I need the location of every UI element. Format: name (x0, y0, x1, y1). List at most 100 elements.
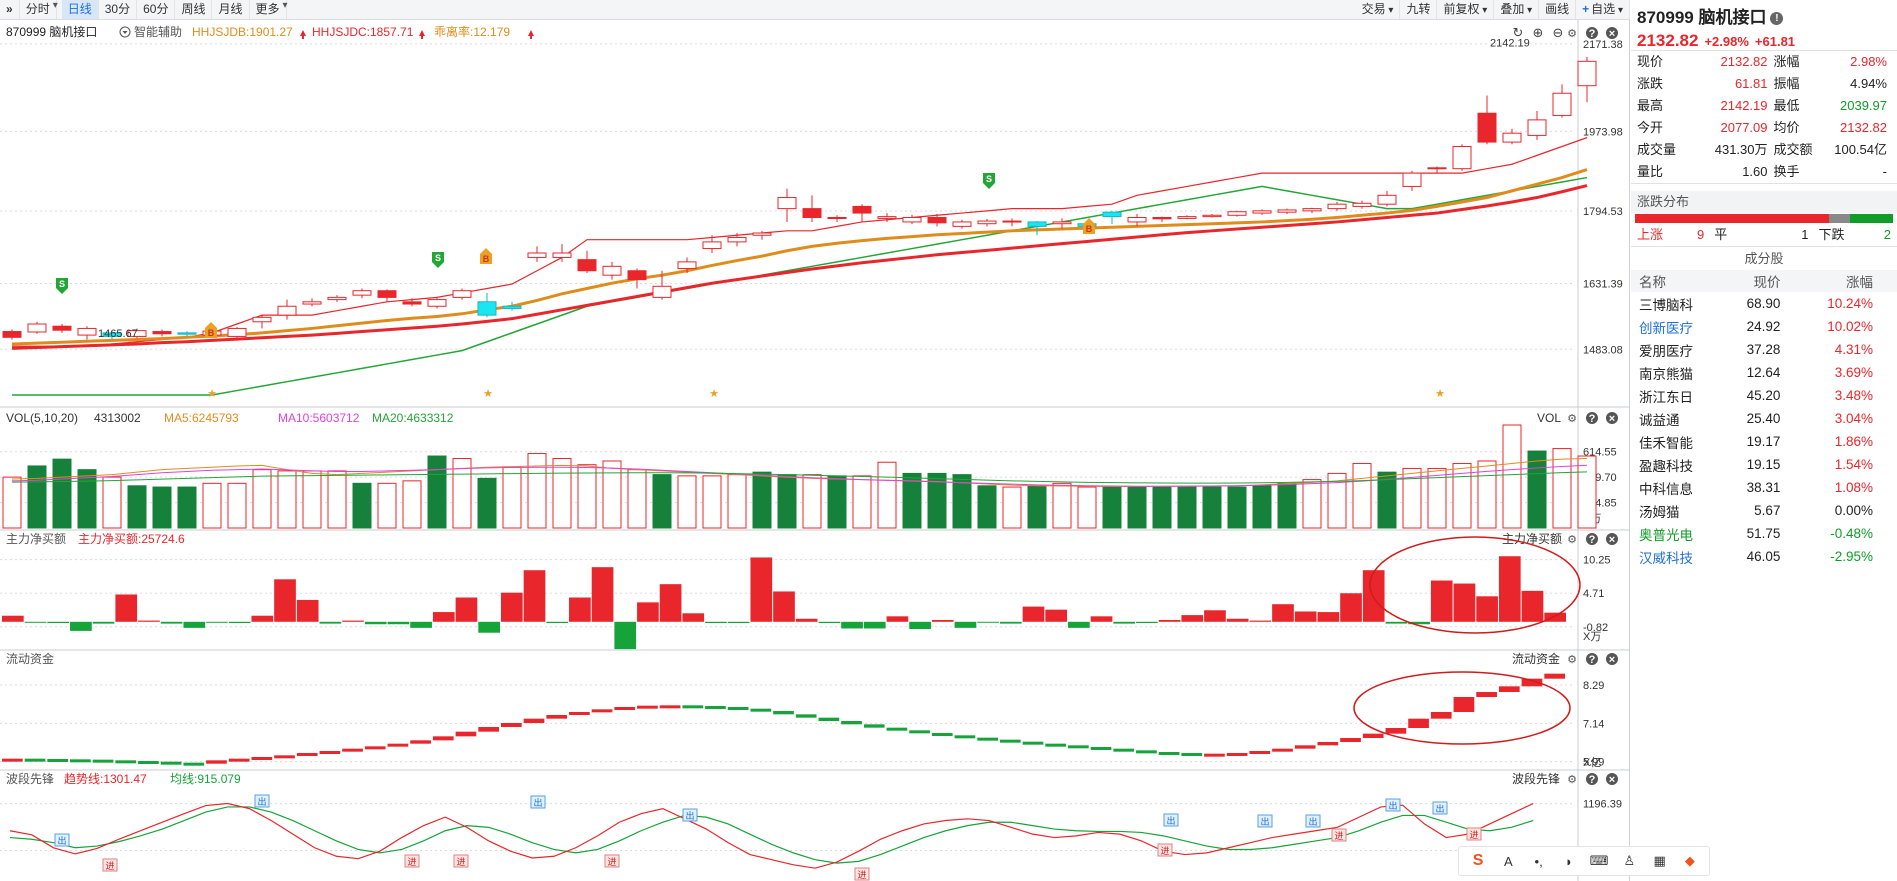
y-tick: 1631.39 (1583, 278, 1623, 290)
help-icon[interactable]: ? (1586, 653, 1598, 666)
gear-icon[interactable]: ⚙ (1566, 773, 1578, 786)
microphone-icon[interactable]: ◗ (1559, 851, 1579, 871)
candle-body (1002, 220, 1022, 223)
band-lower-line (12, 176, 1588, 396)
close-icon[interactable]: × (1606, 412, 1618, 425)
tab-0[interactable]: 分时 (20, 0, 57, 19)
quote-label-5-2: 换手 (1773, 164, 1800, 179)
flow-bar (909, 730, 930, 734)
tab-3[interactable]: 60分 (137, 0, 176, 19)
tab-5[interactable]: 月线 (212, 0, 250, 19)
close-icon[interactable]: × (1606, 533, 1618, 546)
chevron-down-icon[interactable]: ▾ (53, 0, 62, 19)
component-pct: 10.02% (1827, 319, 1873, 334)
kline-chart[interactable]: 870999 脑机接口 智能辅助 HHJSJDB:1901.27 HHJSJDC:18… (0, 20, 1630, 881)
component-pct: 4.31% (1834, 342, 1873, 357)
candle-body (302, 301, 322, 305)
skin-icon[interactable]: ♙ (1619, 851, 1639, 871)
gear-icon[interactable]: ⚙ (1566, 27, 1578, 40)
component-row[interactable]: 创新医疗 24.92 10.02% (1631, 315, 1897, 338)
tab-4[interactable]: 周线 (175, 0, 213, 19)
candle-body (2, 331, 22, 338)
component-row[interactable]: 诚益通 25.40 3.04% (1631, 407, 1897, 430)
component-row[interactable]: 三博脑科 68.90 10.24% (1631, 292, 1897, 315)
col-pct[interactable]: 涨幅 (1792, 270, 1897, 292)
y-tick: 1196.39 (1583, 799, 1622, 811)
quote-price: 2132.82 (1637, 31, 1699, 50)
close-icon[interactable]: × (1606, 653, 1618, 666)
candle-body (802, 208, 822, 218)
app-icon[interactable]: ◆ (1680, 851, 1700, 871)
quote-grid: 现价 2132.82 涨幅 2.98% 涨跌 61.81 振幅 4.94% 最高 2142.19 最… (1631, 50, 1897, 183)
toolbar-btn-3[interactable]: 叠加 ▾ (1494, 0, 1540, 19)
help-icon[interactable]: ? (1586, 773, 1598, 786)
help-icon[interactable]: ? (1586, 533, 1598, 546)
gear-icon-glyph: ⚙ (1567, 774, 1577, 786)
flow-bar (24, 758, 46, 762)
help-icon-glyph: ? (1589, 774, 1596, 786)
toolbar-btn-1[interactable]: 九转 (1400, 0, 1438, 19)
component-row[interactable]: 浙江东日 45.20 3.48% (1631, 384, 1897, 407)
sogou-logo-icon[interactable]: S (1468, 851, 1488, 871)
component-row[interactable]: 汉威科技 46.05 -2.95% (1631, 545, 1897, 568)
netbuy-bar (1521, 590, 1544, 622)
wave-in-label: 进 (857, 870, 866, 880)
netbuy-bar (1294, 611, 1317, 622)
component-row[interactable]: 奥普光电 51.75 -0.48% (1631, 522, 1897, 545)
component-row[interactable]: 盈趣科技 19.15 1.54% (1631, 453, 1897, 476)
flow-bar (1113, 748, 1135, 752)
toolbar-btn-5[interactable]: + 自选 ▾ (1576, 0, 1630, 19)
candle-body (777, 197, 797, 210)
punctuation-icon[interactable]: •, (1529, 851, 1549, 871)
chevron-down-icon[interactable] (119, 26, 131, 38)
component-row[interactable]: 南京熊猫 12.64 3.69% (1631, 361, 1897, 384)
flow-bar (296, 753, 318, 756)
component-row[interactable]: 中科信息 38.31 1.08% (1631, 476, 1897, 499)
toolbox-icon[interactable]: ▦ (1650, 851, 1670, 871)
info-icon[interactable]: ! (1770, 12, 1784, 25)
tab-2[interactable]: 30分 (99, 0, 138, 19)
dist-title: 涨跌分布 (1631, 191, 1897, 213)
candle-body (1302, 208, 1322, 212)
gear-icon[interactable]: ⚙ (1566, 653, 1578, 666)
keyboard-icon[interactable]: ⌨ (1589, 851, 1609, 871)
volume-bar (402, 480, 422, 529)
gear-icon[interactable]: ⚙ (1566, 533, 1578, 546)
toolbar-btn-4[interactable]: 画线 (1539, 0, 1577, 19)
close-icon[interactable]: × (1606, 773, 1618, 786)
netbuy-bar (931, 619, 954, 622)
netbuy-bar (500, 592, 523, 622)
flow-bar (319, 751, 341, 754)
zoom-out-icon[interactable]: ⊖ (1553, 25, 1564, 40)
text-tool-icon[interactable]: A (1498, 851, 1518, 871)
wave-in-label: 进 (607, 857, 616, 867)
col-name[interactable]: 名称 (1631, 270, 1724, 292)
wave-in-label: 进 (407, 857, 416, 867)
help-icon[interactable]: ? (1586, 412, 1598, 425)
flow-bar (70, 759, 91, 763)
quote-label-0-0: 现价 (1637, 54, 1664, 69)
chevron-down-icon[interactable]: ▾ (283, 0, 292, 19)
tab-1[interactable]: 日线 (61, 0, 99, 19)
zoom-in-icon[interactable]: ⊕ (1533, 25, 1544, 40)
component-row[interactable]: 佳禾智能 19.17 1.86% (1631, 430, 1897, 453)
tab-6[interactable]: 更多 (250, 0, 287, 19)
toolbar-expand-icon[interactable]: » (0, 0, 20, 19)
gear-icon[interactable]: ⚙ (1566, 412, 1578, 425)
col-price[interactable]: 现价 (1723, 270, 1793, 292)
toolbar-btn-0[interactable]: 交易 ▾ (1356, 0, 1401, 19)
flow-bar (364, 746, 386, 750)
y-tick: 1794.53 (1583, 206, 1623, 218)
volume-bar (177, 486, 197, 529)
buy-signal-label: B (208, 328, 215, 338)
component-row[interactable]: 汤姆猫 5.67 0.00% (1631, 499, 1897, 522)
candle-body (402, 301, 422, 305)
netbuy-bar (1181, 615, 1204, 622)
quote-val-4-1: 431.30万 (1714, 142, 1768, 157)
component-row[interactable]: 爱朋医疗 37.28 4.31% (1631, 338, 1897, 361)
toolbar-btn-2[interactable]: 前复权 ▾ (1437, 0, 1495, 19)
quote-val-5-1: 1.60 (1742, 164, 1768, 179)
candle-body (1252, 210, 1272, 214)
candle-body (1352, 202, 1372, 207)
netbuy-bar (1158, 619, 1181, 622)
